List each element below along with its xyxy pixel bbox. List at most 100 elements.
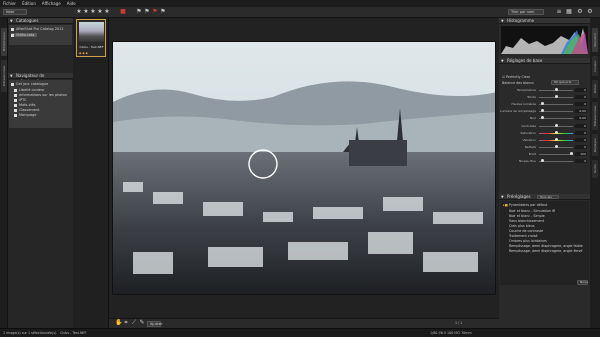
new-preset-button[interactable]: Nouv. [577,280,588,285]
reject-flag-icon[interactable]: ⚑ [152,9,158,15]
selection-status: 1 image(s) sur 1 sélectionnée(s) [3,331,57,335]
collapse-icon[interactable]: ▼ [10,18,13,24]
cityscape-photo [113,42,495,294]
exif-status: 1/80 f/6.5 100 ISO 70mm [430,331,472,335]
flag-icon[interactable]: ⚑ [160,9,166,15]
menu-help[interactable]: Aide [67,1,76,6]
tab-library[interactable]: Bibliothèque [1,28,7,56]
slider-blur[interactable]: Niveau flou 0 [501,159,588,163]
tab-output[interactable]: Sortie [592,160,598,178]
hand-tool-icon[interactable]: ✋ [115,320,122,326]
flag-icon[interactable]: ⚑ [144,9,150,15]
main-photo[interactable] [112,41,496,295]
preset-folder[interactable]: ▸■ Pyramidales par défaut [503,203,547,207]
preset-item[interactable]: Remplissage, demi diaphragme, angle élev… [509,249,582,253]
basic-settings-title: Réglages de base [507,58,543,63]
histogram-header[interactable]: ▼ Histogramme [499,18,590,24]
slider-fill-light[interactable]: Lumière de remplissage 0,00 [500,109,588,113]
left-panel: ▼ Catalogues AfterShot Pro Catalog 2012 … [8,18,73,328]
preset-item[interactable]: Sans blanchissement [509,219,544,223]
catalogs-list: AfterShot Pro Catalog 2012 Vidéo.cata [9,25,72,45]
list-item[interactable]: Mots-clés [14,103,36,107]
color-label-icon[interactable]: ■ [120,9,126,15]
catalog-icon [11,27,14,31]
slider-vibrance[interactable]: Vibration 0 [501,138,588,142]
slider-sharpness[interactable]: Netteté 0 [501,145,588,149]
thumbnail-image [79,22,104,42]
menu-view[interactable]: Affichage [42,1,61,6]
star-icon[interactable]: ★ [90,9,96,15]
tab-color[interactable]: Couleur [592,56,598,76]
preset-item[interactable]: Couche de contraste [509,229,543,233]
slider-saturation[interactable]: Saturation 0 [501,131,588,135]
preset-item[interactable]: Noir et blanc - Simulation IR [509,209,555,213]
presets-list: ▸■ Pyramidales par défaut Noir et blanc … [500,201,589,285]
thumbnail-label: Clubs - Test.NEF [79,45,104,49]
tab-standard[interactable]: Standard [592,28,598,52]
catalog-item[interactable]: Vidéo.cata [11,33,38,37]
menu-edit[interactable]: Édition [22,1,36,6]
slider-highlights[interactable]: Hautes lumières 0 [501,102,588,106]
list-item[interactable]: Classement [14,108,40,112]
slider-temperature[interactable]: Température 0 [501,88,588,92]
star-icon[interactable]: ★ [76,9,82,15]
tab-metadata-right[interactable]: Métadonnées [592,102,598,130]
star-icon[interactable]: ★ [97,9,103,15]
flag-icon[interactable]: ⚑ [136,9,142,15]
zoom-dropdown[interactable]: Ajuster [147,321,162,327]
grid-view-icon[interactable]: ▦ [566,9,572,15]
menu-file[interactable]: Fichier [3,1,16,6]
white-balance-label: Balance des blancs [502,81,534,85]
basic-settings-header[interactable]: ▼ Réglages de base [499,58,590,64]
slider-black[interactable]: Noir 0,00 [501,116,588,120]
list-item[interactable]: IPTC [14,98,27,102]
folder-icon: ▸■ [503,203,508,207]
tab-settings[interactable]: Réglages [592,134,598,156]
list-view-icon[interactable]: ≡ [556,9,562,15]
preset-item[interactable]: Remplissage, demi diaphragme, angle faib… [509,244,583,248]
left-tab-strip: Bibliothèque Métadonnées [0,18,8,328]
settings-icon[interactable]: ⚙ [577,9,583,15]
file-name-status: Clubs - Test.NEF [60,331,87,335]
collapse-icon[interactable]: ▼ [501,58,504,64]
brush-icon[interactable]: ✎ [139,320,145,326]
star-icon[interactable]: ★ [104,9,110,15]
collapse-icon[interactable]: ▼ [501,18,504,24]
catalog-item[interactable]: AfterShot Pro Catalog 2012 [11,27,64,31]
presets-filter-dropdown[interactable]: Tous les [537,195,559,199]
preset-item[interactable]: Traitement croisé [509,234,538,238]
histogram-chart [501,26,588,54]
collapse-icon[interactable]: ▼ [501,194,504,200]
gear-icon[interactable]: ⚙ [587,9,593,15]
tab-metadata[interactable]: Métadonnées [1,60,7,92]
metadata-nav-header[interactable]: ▼ Navigateur de métadonnées [8,73,73,84]
preset-item[interactable]: Ciels plus bleus [509,224,535,228]
white-balance-dropdown[interactable]: Tel que pris [551,80,579,85]
menu-bar: Fichier Édition Affichage Aide [0,0,600,7]
viewer-toolbar: ✋ ⌗ ⟋ ✎ Ajuster 1 / 1 [109,318,499,328]
slider-noise[interactable]: Bruit 100 [501,152,588,156]
straighten-icon[interactable]: ⟋ [131,320,137,326]
list-item[interactable]: Informations sur les photos [14,93,67,97]
folder-icon [14,103,17,107]
preset-item[interactable]: Ombres plus lointaines [509,239,547,243]
thumbnail[interactable]: Clubs - Test.NEF ◆ ◆ ◆ [76,19,106,57]
preset-item[interactable]: Noir et blanc - Simple [509,214,545,218]
star-icon[interactable]: ★ [83,9,89,15]
catalog-icon [11,33,14,37]
sort-dropdown[interactable]: Trier par nom [508,9,544,15]
collapse-icon[interactable]: ▼ [10,73,13,79]
folder-icon [14,88,17,92]
rating-filter-field[interactable]: Note [3,9,27,15]
list-item[interactable]: Marquage [14,113,37,117]
perfect-clear-checkbox[interactable]: ☑ Perfectly Clear [502,75,530,79]
tab-detail[interactable]: Détail [592,80,598,98]
metadata-nav-list: Cet jour catalogue Libellé couleur Infor… [9,80,72,128]
slider-tint[interactable]: Teinte 0 [501,95,588,99]
list-item[interactable]: Libellé couleur [14,88,45,92]
list-item[interactable]: Cet jour catalogue [11,82,48,86]
slider-contrast[interactable]: Contraste 0 [501,124,588,128]
catalogs-header[interactable]: ▼ Catalogues [8,18,73,24]
crop-icon[interactable]: ⌗ [123,320,129,326]
thumbnail-rating: ◆ ◆ ◆ [79,51,88,55]
